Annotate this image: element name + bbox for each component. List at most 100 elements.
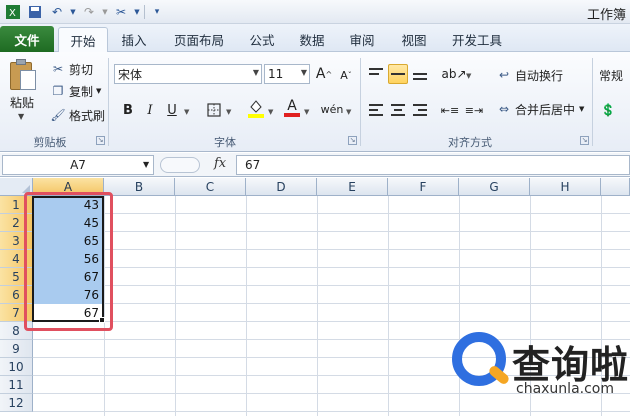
brush-icon: 🖌 [50,108,66,122]
align-bottom-button[interactable] [410,64,430,84]
alignment-group-label: 对齐方式 [448,136,492,149]
insert-function-icon[interactable]: fx [214,156,226,171]
paint-bucket-icon [248,100,264,118]
row-header-12[interactable]: 12 [0,394,33,412]
paste-dropdown-icon[interactable]: ▼ [18,112,24,121]
phonetic-button[interactable]: wén [321,99,344,119]
alignment-launcher-icon[interactable]: ↘ [580,136,589,145]
gridline [33,285,630,286]
align-top-icon [369,68,383,80]
save-icon[interactable] [26,3,44,21]
cut-button[interactable]: ✂ 剪切 [50,60,93,78]
bold-button[interactable]: B [118,100,138,120]
row-header-10[interactable]: 10 [0,358,33,376]
gridline [33,303,630,304]
tab-data[interactable]: 数据 [290,28,334,50]
ribbon-home: 粘贴 ▼ ✂ 剪切 ❐ 复制 ▼ 🖌 格式刷 剪贴板 ↘ 宋体 ▼ 11 ▼ A… [0,52,630,152]
wrap-text-icon: ↩ [498,68,510,82]
orientation-dropdown-icon[interactable]: ▼ [466,72,471,80]
font-color-button[interactable]: A [282,98,302,118]
tab-formulas[interactable]: 公式 [240,28,284,50]
font-launcher-icon[interactable]: ↘ [348,136,357,145]
column-header-b[interactable]: B [104,178,175,196]
gridline [175,196,176,416]
column-header-e[interactable]: E [317,178,388,196]
name-box-dropdown-icon[interactable]: ▼ [143,160,149,169]
align-left-icon [369,104,383,116]
row-header-9[interactable]: 9 [0,340,33,358]
highlight-annotation-box [24,192,113,331]
align-center-button[interactable] [388,100,408,120]
column-header-g[interactable]: G [459,178,530,196]
name-box[interactable]: A7 [2,155,154,175]
wrap-text-label: 自动换行 [515,68,564,83]
group-separator [592,58,593,146]
tab-review[interactable]: 审阅 [340,28,384,50]
number-format-value: 常规 [599,68,624,83]
font-size-dropdown-icon[interactable]: ▼ [301,68,307,77]
row-header-11[interactable]: 11 [0,376,33,394]
gridline [33,231,630,232]
shrink-font-button[interactable]: Aˇ [336,65,356,85]
copy-label: 复制 [69,84,94,99]
format-painter-button[interactable]: 🖌 格式刷 [50,106,105,124]
customize-qat-icon[interactable]: ▾ [148,3,166,21]
tab-page-layout[interactable]: 页面布局 [164,28,234,50]
column-header-f[interactable]: F [388,178,459,196]
column-header-i[interactable] [601,178,630,196]
grow-font-label: A [315,66,326,82]
insert-function-label: fx [214,156,227,171]
merge-dropdown-icon[interactable]: ▼ [579,105,584,113]
align-top-button[interactable] [366,64,386,84]
italic-button[interactable]: I [140,100,160,120]
font-size-combo[interactable]: 11 ▼ [264,64,310,84]
column-header-d[interactable]: D [246,178,317,196]
fill-color-button[interactable] [246,98,266,118]
merge-center-label: 合并后居中 [515,102,576,117]
gridline [33,267,630,268]
fill-color-dropdown-icon[interactable]: ▼ [268,108,273,116]
excel-logo-icon: X [4,3,22,21]
tab-file[interactable]: 文件 [0,26,54,52]
align-left-button[interactable] [366,100,386,120]
font-color-swatch [284,113,300,117]
copy-button[interactable]: ❐ 复制 ▼ [50,82,102,100]
font-color-dropdown-icon[interactable]: ▼ [304,108,309,116]
number-format-combo[interactable]: 常规 [599,66,623,84]
paste-icon[interactable] [8,58,38,92]
font-name-combo[interactable]: 宋体 ▼ [114,64,262,84]
orientation-icon: ab↗ [441,67,467,81]
accounting-format-button[interactable]: 💲 [598,100,618,120]
clipboard-launcher-icon[interactable]: ↘ [96,136,105,145]
wrap-text-button[interactable]: ↩ 自动换行 [496,66,563,84]
grow-font-button[interactable]: A ^ [314,64,334,84]
orientation-button[interactable]: ab↗ [441,64,467,84]
gridline [33,321,630,322]
column-header-c[interactable]: C [175,178,246,196]
paste-button[interactable]: 粘贴 [10,94,34,111]
underline-button[interactable]: U [162,100,182,120]
formula-input[interactable]: 67 [236,155,630,175]
merge-cells-icon: ⇔ [498,102,510,116]
merge-center-button[interactable]: ⇔ 合并后居中 ▼ [496,100,584,118]
borders-button[interactable] [204,100,224,120]
decrease-indent-button[interactable]: ⇤≡ [440,100,460,120]
tab-home[interactable]: 开始 [58,27,108,53]
align-middle-button[interactable] [388,64,408,84]
tab-view[interactable]: 视图 [392,28,436,50]
formula-bar-splitter[interactable] [160,157,200,173]
borders-dropdown-icon[interactable]: ▼ [226,108,231,116]
align-right-button[interactable] [410,100,430,120]
align-right-icon [413,104,427,116]
tab-developer[interactable]: 开发工具 [444,28,510,50]
copy-dropdown-icon[interactable]: ▼ [96,87,101,95]
phonetic-dropdown-icon[interactable]: ▼ [346,108,351,116]
increase-indent-button[interactable]: ≡⇥ [464,100,484,120]
tab-insert[interactable]: 插入 [112,28,156,50]
font-name-dropdown-icon[interactable]: ▼ [253,68,259,77]
gridline [246,196,247,416]
clipboard-group-label: 剪贴板 [33,136,67,149]
underline-dropdown-icon[interactable]: ▼ [184,108,189,116]
font-name-value: 宋体 [118,67,143,82]
column-header-h[interactable]: H [530,178,601,196]
